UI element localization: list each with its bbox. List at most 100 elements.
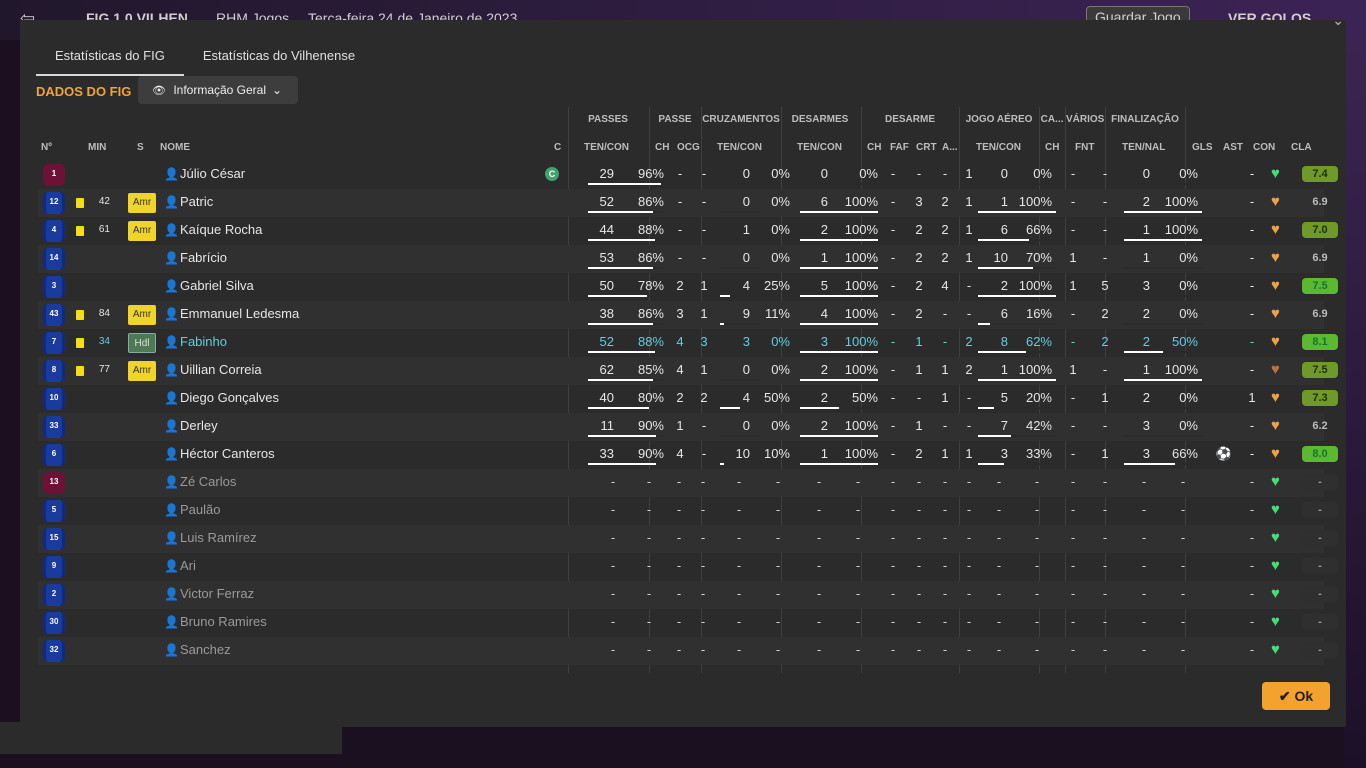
person-icon: 👤 [164,615,179,629]
player-name[interactable]: Fabinho [180,329,227,355]
column-header-gls[interactable]: GLS [1192,142,1213,153]
player-name[interactable]: Héctor Canteros [180,441,275,467]
ratio-bar-fill [1124,239,1202,241]
player-name[interactable]: Paulão [180,497,220,523]
column-header-p_tc[interactable]: TEN/CON [584,142,629,153]
table-row[interactable]: 15 👤 Luis Ramírez - - - - - - - - - - - - - - - - - - - ♥ - [38,525,1338,553]
empty-stat: - [996,614,1002,629]
column-header-con[interactable]: CON [1253,142,1275,153]
ratio-bar [588,351,664,353]
ratio-bar [978,183,1056,185]
column-header-d_crt[interactable]: CRT [916,142,937,153]
heart-icon: ♥ [1271,445,1280,462]
table-row[interactable]: 33 👤 Derley 11 90% 1-0 0% 2 100% -1- -7 42% - -3 0% - ♥ 6… [38,413,1328,441]
goals: ⚽ [1215,446,1233,461]
player-name[interactable]: Diego Gonçalves [180,385,279,411]
tab-vilhenense-stats[interactable]: Estatísticas do Vilhenense [184,48,374,76]
column-header-ps_ocg[interactable]: OCG [677,142,700,153]
ratio-bar-fill [978,295,1056,297]
player-name[interactable]: Gabriel Silva [180,273,254,299]
ratio-bar-fill [978,463,1004,465]
table-row[interactable]: 4 61 Amr 👤 Kaíque Rocha 44 88% - -1 0% 2 100% -2 2 1 6 6… [38,217,1338,245]
ratio-bar [588,183,664,185]
column-header-ae_tc[interactable]: TEN/CON [976,142,1021,153]
heart-icon: ♥ [1271,249,1280,266]
column-header-s[interactable]: S [137,142,144,153]
table-row[interactable]: 14 👤 Fabrício 53 86% - -0 0% 1 100% -2 2 1 10 70% 1-1 0%… [38,245,1328,273]
player-name[interactable]: Kaíque Rocha [180,217,262,243]
table-row[interactable]: 12 42 Amr 👤 Patric 52 86% - -0 0% 6 100% -3 2 1 1 100% - -… [38,189,1328,217]
group-header-ca: CA... [1040,114,1064,125]
column-header-d_ch[interactable]: CH [867,142,881,153]
table-row[interactable]: 30 👤 Bruno Ramires - - - - - - - - - - - - - - - - - - - ♥ - [38,609,1338,637]
player-name[interactable]: Ari [180,553,196,579]
table-row[interactable]: 1 👤 Júlio César C 29 96% - -0 0% 0 0% - - -1 0 0% - -0 0% -… [38,161,1338,189]
empty-stat: - [816,474,822,489]
empty-stat: - [996,558,1002,573]
column-header-ds_tc[interactable]: TEN/CON [797,142,842,153]
table-row[interactable]: 8 77 Amr 👤 Uillian Correia 62 85% 4 1 0 0% 2 100% -1 1… [38,357,1338,385]
player-name[interactable]: Fabrício [180,245,227,271]
table-row[interactable]: 43 84 Amr 👤 Emmanuel Ledesma 38 86% 3 1 9 11% 4 100%… [38,301,1328,329]
chevron-down-icon[interactable]: ⌄ [1332,12,1344,29]
table-row[interactable]: 7 34 Hdl 👤 Fabinho 52 88% 4 3 3 0% 3 100% -1-2 8 62% -2 2… [38,329,1338,357]
empty-stat: - [996,530,1002,545]
tab-fig-stats[interactable]: Estatísticas do FIG [36,48,184,76]
assists: - [1249,362,1255,377]
column-header-min[interactable]: MIN [88,142,106,153]
player-name[interactable]: Patric [180,189,213,215]
player-name[interactable]: Victor Ferraz [180,581,254,607]
table-row[interactable]: 3 👤 Gabriel Silva 50 78% 2 1 4 25% 5 100% -2 4-2 100%… [38,273,1338,301]
ratio-bar-fill [800,295,878,297]
shirt-number: 14 [43,248,65,270]
empty-stat: - [646,502,652,517]
column-header-ast[interactable]: AST [1223,142,1243,153]
column-header-ca_ch[interactable]: CH [1045,142,1059,153]
player-name[interactable]: Derley [180,413,218,439]
player-name[interactable]: Zé Carlos [180,469,236,495]
player-name[interactable]: Bruno Ramires [180,609,267,635]
chances-created: - [701,194,707,209]
heart-icon: ♥ [1271,473,1280,490]
fouls-committed: 2 [1101,306,1109,321]
ok-button[interactable]: ✔ Ok [1262,682,1330,710]
table-row[interactable]: 5 👤 Paulão - - - - - - - - - - - - - - - - - - - ♥ - [38,497,1338,525]
column-header-cr_tc[interactable]: TEN/CON [717,142,762,153]
ratio-bar [800,295,878,297]
empty-stat: - [1070,642,1076,657]
ratio-bar [1124,435,1202,437]
column-header-v_fnt[interactable]: FNT [1075,142,1094,153]
heart-icon: ♥ [1271,221,1280,238]
table-row[interactable]: 32 👤 Sanchez - - - - - - - - - - - - - - - - - - - ♥ - [38,637,1338,665]
yellow-card-icon [76,226,84,236]
group-header-final: FINALIZAÇÃO [1111,114,1179,125]
table-row[interactable]: 9 👤 Ari - - - - - - - - - - - - - - - - - - - ♥ - [38,553,1338,581]
table-row[interactable]: 10 👤 Diego Gonçalves 40 80% 2 2 4 50% 2 50% - -1-5 20… [38,385,1338,413]
table-row[interactable]: 13 👤 Zé Carlos - - - - - - - - - - - - - - - - - - - ♥ - [38,469,1338,497]
interceptions: - [890,390,896,405]
player-name[interactable]: Uillian Correia [180,357,262,383]
player-name[interactable]: Sanchez [180,637,231,663]
ratio-bar-fill [588,407,649,409]
view-dropdown[interactable]: 👁 Informação Geral ⌄ [138,76,298,104]
person-icon: 👤 [164,475,179,489]
column-header-cla[interactable]: CLA [1291,142,1312,153]
column-header-d_a[interactable]: A... [942,142,958,153]
rating-badge: 7.5 [1302,362,1338,378]
player-name[interactable]: Júlio César [180,161,245,187]
player-name[interactable]: Emmanuel Ledesma [180,301,299,327]
table-row[interactable]: 6 👤 Héctor Canteros 33 90% 4-10 10% 1 100% -2 1 1 3 3… [38,441,1338,469]
column-header-f_tn[interactable]: TEN/NAL [1122,142,1165,153]
column-header-d_faf[interactable]: FAF [890,142,909,153]
heart-icon: ♥ [1271,361,1280,378]
rating-badge: - [1302,502,1338,518]
empty-stat: - [1249,586,1255,601]
ratio-bar-fill [588,463,657,465]
player-name[interactable]: Luis Ramírez [180,525,257,551]
column-header-c[interactable]: C [554,142,561,153]
column-header-ps_ch[interactable]: CH [655,142,669,153]
empty-stat: - [966,530,972,545]
column-header-nome[interactable]: NOME [160,142,190,153]
column-header-no[interactable]: Nº [41,142,52,153]
table-row[interactable]: 2 👤 Victor Ferraz - - - - - - - - - - - - - - - - - - - ♥ - [38,581,1338,609]
